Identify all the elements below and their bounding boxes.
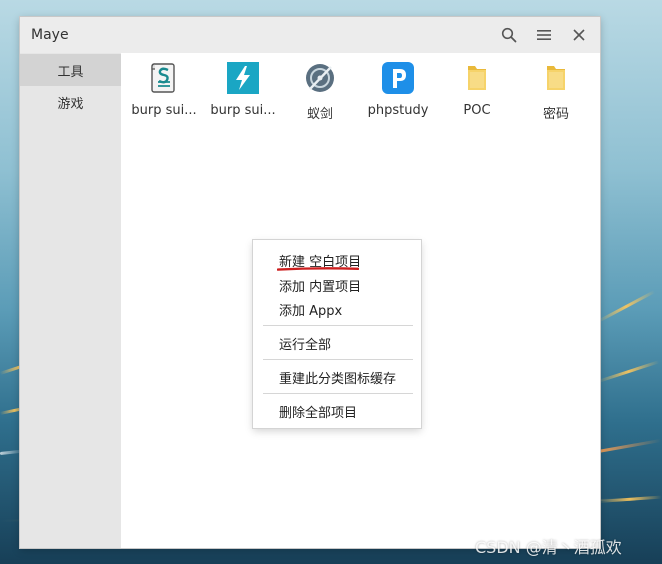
app-label: burp sui... xyxy=(131,103,197,118)
sidebar-item-tools[interactable]: 工具 xyxy=(20,54,121,86)
hamburger-menu-icon xyxy=(537,30,551,40)
titlebar[interactable]: Maye xyxy=(20,17,600,53)
watermark: CSDN @清丶酒孤欢 xyxy=(475,538,622,557)
app-item-antsword[interactable]: 蚁剑 xyxy=(281,61,359,125)
antsword-icon xyxy=(303,61,337,95)
light-streak xyxy=(597,360,660,383)
search-button[interactable] xyxy=(496,22,522,48)
app-label: phpstudy xyxy=(367,103,429,118)
app-item-password-folder[interactable]: 密码 xyxy=(517,61,595,125)
window-title: Maye xyxy=(31,27,69,43)
menu-separator xyxy=(263,359,413,360)
category-sidebar: 工具 游戏 xyxy=(20,53,121,548)
app-item-burp-suite-2[interactable]: burp sui... xyxy=(204,61,282,125)
sidebar-item-label: 游戏 xyxy=(57,96,84,112)
burp-suite-lightning-icon xyxy=(226,61,260,95)
app-item-burp-suite-1[interactable]: burp sui... xyxy=(125,61,203,125)
close-icon xyxy=(573,29,585,41)
app-label: 蚁剑 xyxy=(306,107,333,122)
menu-button[interactable] xyxy=(531,22,557,48)
light-streak xyxy=(597,290,656,323)
burp-suite-script-icon xyxy=(147,61,181,95)
app-item-poc-folder[interactable]: POC xyxy=(438,61,516,125)
folder-icon xyxy=(460,61,494,95)
menu-item-delete-all[interactable]: 删除全部项目 xyxy=(279,402,357,421)
close-button[interactable] xyxy=(566,22,592,48)
red-underline-annotation xyxy=(277,267,359,271)
menu-item-add-appx[interactable]: 添加 Appx xyxy=(279,300,342,319)
search-icon xyxy=(501,27,517,43)
app-label: POC xyxy=(463,103,491,118)
app-label: 密码 xyxy=(542,107,569,122)
app-item-phpstudy[interactable]: phpstudy xyxy=(359,61,437,125)
menu-item-run-all[interactable]: 运行全部 xyxy=(279,334,331,353)
menu-separator xyxy=(263,393,413,394)
menu-item-add-builtin-item[interactable]: 添加 内置项目 xyxy=(279,276,361,295)
folder-icon xyxy=(539,61,573,95)
sidebar-item-label: 工具 xyxy=(57,64,84,80)
menu-item-rebuild-icon-cache[interactable]: 重建此分类图标缓存 xyxy=(279,368,396,387)
context-menu: 新建 空白项目 添加 内置项目 添加 Appx 运行全部 重建此分类图标缓存 删… xyxy=(253,240,421,428)
menu-separator xyxy=(263,325,413,326)
sidebar-item-games[interactable]: 游戏 xyxy=(20,86,121,118)
app-label: burp sui... xyxy=(210,103,276,118)
light-streak xyxy=(597,438,662,453)
phpstudy-icon xyxy=(381,61,415,95)
